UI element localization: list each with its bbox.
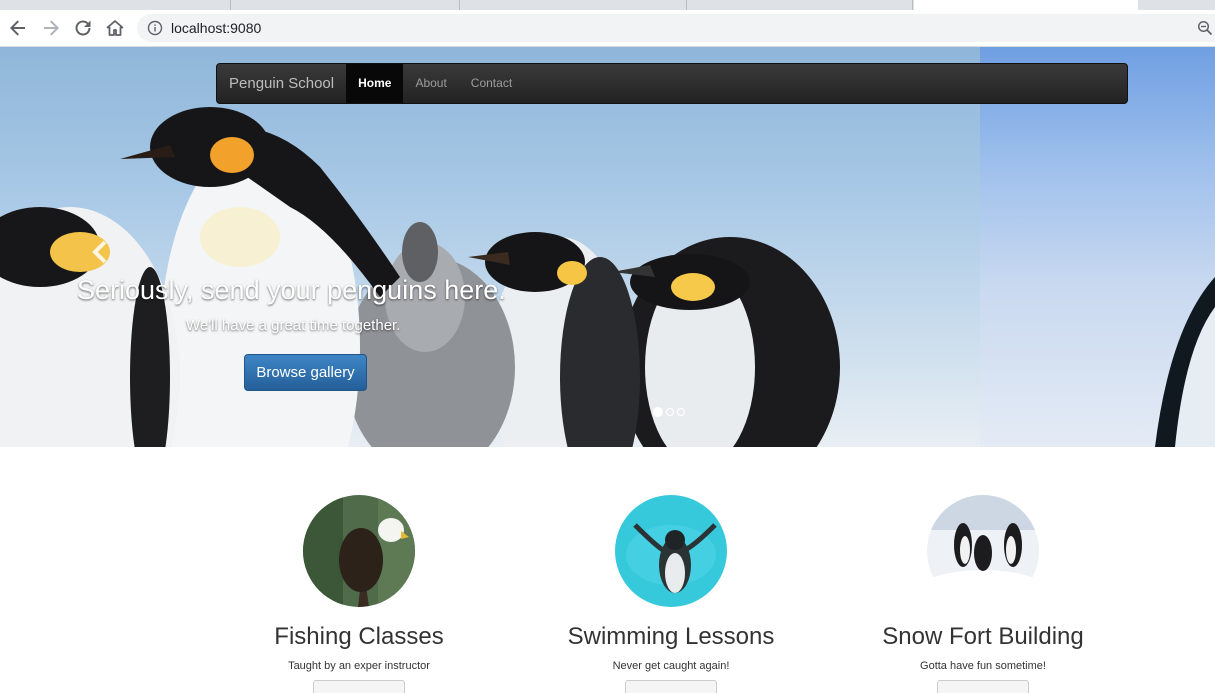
feature-snow-fort: Snow Fort Building Gotta have fun someti…: [827, 495, 1139, 693]
penguin-edge-photo: [1155, 277, 1215, 447]
carousel-slide-active: [0, 47, 980, 447]
penguins-photo: [0, 107, 840, 447]
feature-title: Swimming Lessons: [567, 623, 775, 650]
feature-text: Gotta have fun sometime!: [920, 660, 1046, 672]
feature-fishing: Fishing Classes Taught by an exper instr…: [203, 495, 515, 693]
forward-button[interactable]: [39, 16, 63, 40]
browser-tab[interactable]: [460, 0, 687, 10]
navbar-brand[interactable]: Penguin School: [217, 64, 346, 103]
browser-tab[interactable]: [687, 0, 913, 10]
carousel-slide-next: [980, 47, 1215, 447]
nav-home[interactable]: Home: [346, 64, 404, 103]
browser-toolbar: localhost:9080: [0, 10, 1215, 47]
nav-about[interactable]: About: [403, 64, 458, 103]
browse-gallery-button[interactable]: Browse gallery: [244, 354, 367, 391]
home-button[interactable]: [103, 16, 127, 40]
browser-tab[interactable]: [0, 0, 231, 10]
feature-details-button[interactable]: [313, 680, 405, 693]
browser-tab[interactable]: [231, 0, 460, 10]
back-button[interactable]: [6, 16, 30, 40]
eagle-photo: [303, 495, 415, 607]
feature-swimming: Swimming Lessons Never get caught again!: [515, 495, 827, 693]
nav-contact[interactable]: Contact: [459, 64, 524, 103]
zoom-icon[interactable]: [1197, 20, 1213, 36]
feature-details-button[interactable]: [625, 680, 717, 693]
browser-tab-active[interactable]: [914, 0, 1138, 10]
penguin-swimming-photo: [615, 495, 727, 607]
back-arrow-icon: [10, 20, 25, 36]
carousel-indicators: [653, 407, 685, 417]
feature-details-button[interactable]: [937, 680, 1029, 693]
carousel-caption-subtitle: We'll have a great time together.: [186, 317, 401, 334]
home-icon: [106, 20, 124, 36]
feature-text: Never get caught again!: [612, 660, 730, 672]
top-navbar: Penguin School Home About Contact: [216, 63, 1128, 104]
url-text[interactable]: localhost:9080: [171, 20, 261, 36]
address-bar[interactable]: localhost:9080: [137, 14, 1215, 42]
tab-strip: [0, 0, 1215, 10]
carousel-indicator[interactable]: [677, 408, 685, 416]
carousel-caption-title: Seriously, send your penguins here.: [77, 275, 506, 305]
penguins-snow-photo: [927, 495, 1039, 607]
carousel-indicator[interactable]: [653, 407, 663, 417]
hero-carousel: Penguin School Home About Contact Seriou…: [0, 47, 1215, 447]
forward-arrow-icon: [44, 20, 59, 36]
feature-text: Taught by an exper instructor: [288, 660, 430, 672]
feature-title: Fishing Classes: [274, 623, 444, 650]
feature-title: Snow Fort Building: [882, 623, 1084, 650]
reload-icon: [75, 20, 91, 36]
carousel-indicator[interactable]: [666, 408, 674, 416]
info-icon[interactable]: [147, 20, 163, 36]
carousel-prev-chevron-icon[interactable]: [90, 239, 110, 265]
reload-button[interactable]: [71, 16, 95, 40]
